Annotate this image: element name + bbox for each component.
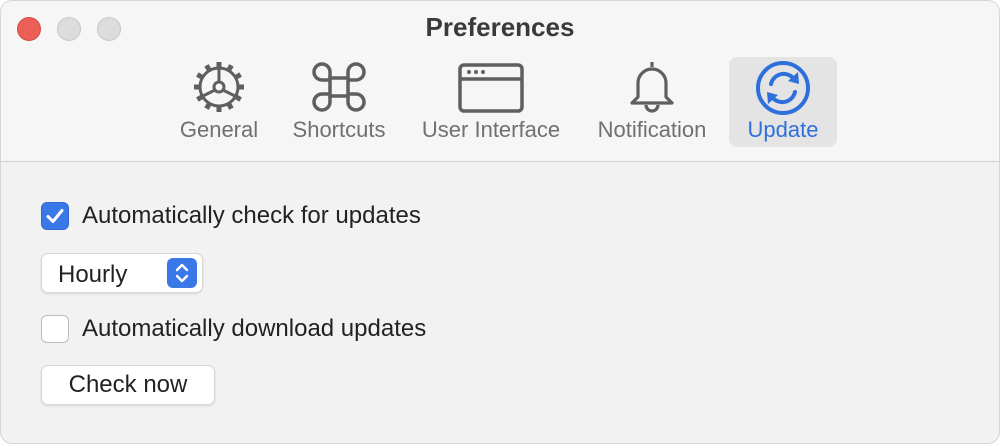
sync-icon: [754, 57, 812, 117]
bell-icon: [624, 57, 680, 117]
check-now-button[interactable]: Check now: [41, 365, 215, 405]
command-key-icon: [310, 57, 368, 117]
gear-icon: [191, 57, 247, 117]
auto-check-label: Automatically check for updates: [82, 202, 421, 229]
auto-check-row[interactable]: Automatically check for updates: [41, 202, 421, 230]
tab-shortcuts[interactable]: Shortcuts: [283, 57, 395, 147]
update-pane: Automatically check for updates Hourly A…: [1, 162, 999, 443]
frequency-value: Hourly: [58, 261, 128, 288]
tab-user-interface-label: User Interface: [421, 117, 561, 142]
window-icon: [458, 57, 524, 117]
preference-tabs: General Shortcuts User Interface Notific…: [1, 57, 999, 147]
up-down-chevron-icon: [167, 258, 197, 288]
preferences-window: Preferences General Shortcuts User Inter…: [0, 0, 1000, 444]
frequency-select[interactable]: Hourly: [41, 253, 203, 293]
auto-check-checkbox[interactable]: [41, 202, 69, 230]
auto-download-checkbox[interactable]: [41, 315, 69, 343]
tab-update[interactable]: Update: [729, 57, 837, 147]
toolbar: Preferences General Shortcuts User Inter…: [1, 1, 999, 162]
auto-download-row[interactable]: Automatically download updates: [41, 315, 426, 343]
auto-download-label: Automatically download updates: [82, 315, 427, 342]
window-title: Preferences: [425, 12, 575, 42]
tab-shortcuts-label: Shortcuts: [292, 117, 386, 142]
tab-general-label: General: [179, 117, 259, 142]
tab-user-interface[interactable]: User Interface: [411, 57, 571, 147]
tab-notification-label: Notification: [597, 117, 707, 142]
tab-notification[interactable]: Notification: [587, 57, 717, 147]
checkmark-icon: [46, 209, 64, 223]
tab-update-label: Update: [747, 117, 819, 142]
tab-general[interactable]: General: [169, 57, 269, 147]
